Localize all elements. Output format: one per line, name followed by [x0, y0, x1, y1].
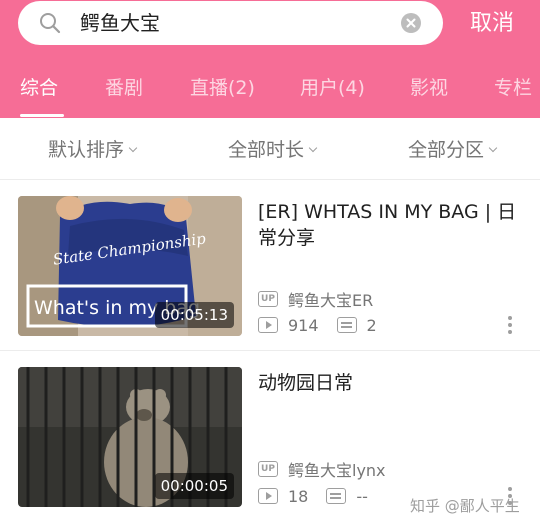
tab-indicator: [20, 114, 64, 117]
tab-bangumi[interactable]: 番剧: [105, 76, 143, 100]
stats-row: 18 --: [258, 485, 386, 507]
danmaku-icon: [336, 317, 357, 333]
top-bar: 鳄鱼大宝 取消 综合 番剧 直播(2) 用户(4) 影视 专栏: [0, 0, 540, 118]
sort-filter-label: 默认排序: [48, 139, 125, 161]
tab-all[interactable]: 综合: [20, 76, 58, 100]
category-filter[interactable]: 全部分区: [408, 138, 498, 162]
play-count-icon: [258, 488, 278, 504]
video-title[interactable]: 动物园日常: [258, 370, 520, 396]
uploader-name[interactable]: 鳄鱼大宝lynx: [288, 457, 386, 481]
video-result-item[interactable]: State Championship What's in my bag 00:0…: [0, 181, 540, 351]
play-count: 914: [288, 315, 319, 335]
chevron-down-icon: [308, 143, 318, 153]
sort-filter[interactable]: 默认排序: [48, 138, 138, 162]
uploader-row: UP 鳄鱼大宝ER: [258, 287, 373, 311]
cancel-button[interactable]: 取消: [470, 10, 514, 38]
danmaku-count: --: [356, 486, 368, 506]
watermark: 知乎 @鄙人平生: [410, 497, 520, 515]
uploader-name[interactable]: 鳄鱼大宝ER: [288, 287, 373, 311]
up-badge-icon: UP: [258, 461, 278, 477]
stats-row: 914 2: [258, 314, 395, 336]
more-vertical-icon[interactable]: [506, 316, 514, 338]
danmaku-count: 2: [366, 315, 377, 335]
video-duration: 00:05:13: [154, 302, 234, 328]
search-icon: [40, 13, 61, 34]
video-thumbnail[interactable]: State Championship What's in my bag 00:0…: [18, 196, 242, 336]
play-count-icon: [258, 317, 278, 333]
search-query: 鳄鱼大宝: [80, 11, 160, 35]
filter-bar: 默认排序 全部时长 全部分区: [0, 118, 540, 180]
video-title[interactable]: [ER] WHTAS IN MY BAG | 日常分享: [258, 199, 520, 251]
tab-live[interactable]: 直播(2): [190, 76, 255, 100]
chevron-down-icon: [128, 143, 138, 153]
tab-movies[interactable]: 影视: [410, 76, 448, 100]
search-input[interactable]: 鳄鱼大宝: [18, 1, 443, 45]
tab-articles[interactable]: 专栏: [494, 76, 532, 100]
clear-icon[interactable]: [401, 13, 421, 33]
video-duration: 00:00:05: [154, 473, 234, 499]
up-badge-icon: UP: [258, 291, 278, 307]
chevron-down-icon: [488, 143, 498, 153]
danmaku-icon: [326, 488, 347, 504]
category-filter-label: 全部分区: [408, 139, 485, 161]
tab-bar: 综合 番剧 直播(2) 用户(4) 影视 专栏: [0, 66, 540, 118]
video-thumbnail[interactable]: 00:00:05: [18, 367, 242, 507]
tab-users[interactable]: 用户(4): [300, 76, 365, 100]
duration-filter-label: 全部时长: [228, 139, 305, 161]
duration-filter[interactable]: 全部时长: [228, 138, 318, 162]
uploader-row: UP 鳄鱼大宝lynx: [258, 457, 386, 481]
play-count: 18: [288, 486, 309, 506]
